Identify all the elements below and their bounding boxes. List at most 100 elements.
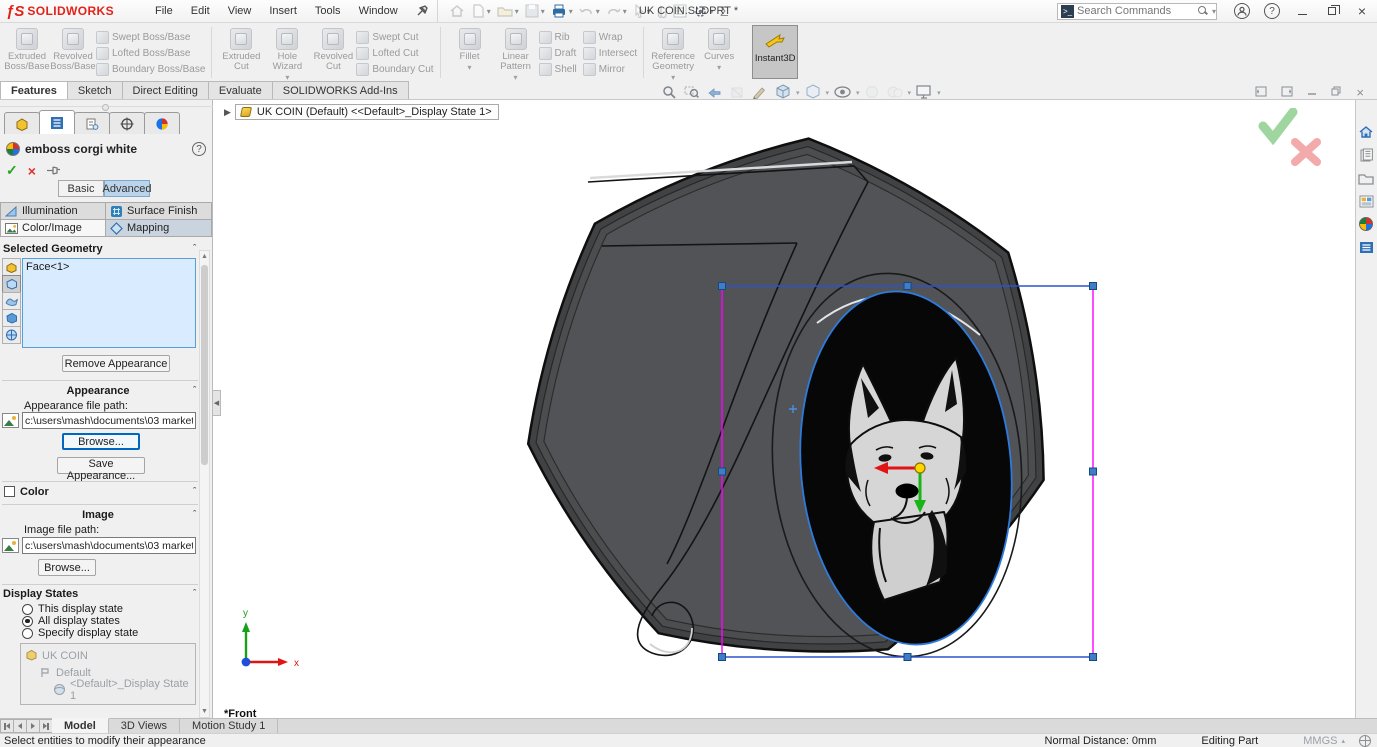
tab-motion-study[interactable]: Motion Study 1 bbox=[180, 719, 278, 733]
view-palette-icon[interactable] bbox=[1356, 190, 1376, 212]
doc-close-icon[interactable]: × bbox=[1356, 85, 1364, 100]
tree-item-part[interactable]: UK COIN bbox=[25, 647, 191, 664]
reference-geometry-button[interactable]: Reference Geometry ▾ bbox=[650, 26, 696, 83]
instant3d-button[interactable]: Instant3D bbox=[752, 25, 798, 79]
select-button[interactable]: ▾ bbox=[633, 4, 651, 18]
save-caret[interactable]: ▾ bbox=[541, 7, 545, 16]
tab-model[interactable]: Model bbox=[52, 718, 109, 733]
tab-illumination[interactable]: Illumination bbox=[0, 202, 106, 220]
attachment-icon[interactable] bbox=[657, 4, 667, 19]
display-style-caret[interactable]: ▾ bbox=[826, 89, 830, 97]
last-tab-button[interactable] bbox=[39, 719, 53, 733]
advanced-mode-button[interactable]: Advanced bbox=[104, 180, 150, 197]
image-path-input[interactable] bbox=[22, 537, 196, 554]
help-icon[interactable]: ? bbox=[1264, 3, 1280, 19]
rib-button[interactable]: Rib bbox=[539, 29, 577, 45]
pane-right-icon[interactable] bbox=[1281, 86, 1293, 100]
home-tab-icon[interactable] bbox=[1356, 121, 1376, 143]
image-browse-button[interactable]: Browse... bbox=[38, 559, 96, 576]
appearance-browse-button[interactable]: Browse... bbox=[62, 433, 140, 450]
properties-button[interactable] bbox=[673, 4, 687, 18]
image-header[interactable]: Image bbox=[0, 509, 196, 521]
open-document-button[interactable]: ▾ bbox=[497, 4, 519, 18]
draft-button[interactable]: Draft bbox=[539, 45, 577, 61]
curves-button[interactable]: Curves ▾ bbox=[696, 26, 742, 73]
selection-handle[interactable] bbox=[719, 654, 726, 661]
doc-restore-icon[interactable] bbox=[1331, 86, 1342, 100]
extruded-boss-base-button[interactable]: Extruded Boss/Base bbox=[4, 26, 50, 72]
radio-dot[interactable] bbox=[22, 604, 33, 615]
filter-part-icon[interactable] bbox=[2, 258, 21, 276]
swept-boss-base-button[interactable]: Swept Boss/Base bbox=[96, 29, 205, 45]
home-button[interactable] bbox=[449, 3, 465, 19]
selection-handle[interactable] bbox=[719, 283, 726, 290]
radio-all-display-states[interactable]: All display states bbox=[22, 615, 120, 627]
display-states-collapse-icon[interactable]: ˆ bbox=[193, 588, 196, 598]
hide-show-items-caret[interactable]: ▾ bbox=[856, 89, 860, 97]
apply-scene-icon[interactable] bbox=[887, 85, 903, 102]
display-states-header[interactable]: Display States bbox=[3, 588, 78, 600]
search-commands-box[interactable]: >_ ▾ bbox=[1057, 3, 1217, 20]
view-settings-icon[interactable] bbox=[916, 85, 932, 102]
redo-button[interactable]: ▾ bbox=[606, 5, 627, 18]
scrollbar-thumb[interactable] bbox=[201, 265, 208, 465]
search-input[interactable] bbox=[1077, 5, 1198, 17]
filter-face-icon[interactable] bbox=[2, 275, 21, 293]
menu-edit[interactable]: Edit bbox=[182, 2, 219, 20]
radio-this-display-state[interactable]: This display state bbox=[22, 603, 123, 615]
view-orientation-icon[interactable] bbox=[775, 84, 791, 102]
options-caret[interactable]: ▾ bbox=[710, 7, 714, 16]
propertymanager-tab[interactable] bbox=[39, 110, 75, 134]
property-help-icon[interactable]: ? bbox=[192, 142, 206, 156]
selected-geometry-collapse-icon[interactable]: ˆ bbox=[193, 243, 196, 253]
breadcrumb-box[interactable]: UK COIN (Default) <<Default>_Display Sta… bbox=[235, 104, 499, 120]
filter-graphics-body-icon[interactable] bbox=[2, 326, 21, 344]
file-explorer-icon[interactable] bbox=[1356, 167, 1376, 189]
selection-handle[interactable] bbox=[1090, 468, 1097, 475]
tab-solidworks-add-ins[interactable]: SOLIDWORKS Add-Ins bbox=[272, 81, 409, 99]
pane-left-icon[interactable] bbox=[1255, 86, 1267, 100]
boundary-cut-button[interactable]: Boundary Cut bbox=[356, 61, 433, 77]
new-document-button[interactable]: ▾ bbox=[471, 3, 491, 19]
tab-evaluate[interactable]: Evaluate bbox=[208, 81, 273, 99]
coin-model-scene[interactable]: y x bbox=[222, 100, 1355, 718]
selected-geometry-listbox[interactable]: Face<1> bbox=[22, 258, 196, 348]
user-account-icon[interactable] bbox=[1234, 3, 1250, 19]
pin-menu-icon[interactable] bbox=[415, 4, 429, 18]
open-document-caret[interactable]: ▾ bbox=[515, 7, 519, 16]
equations-sigma-button[interactable]: Σ bbox=[720, 3, 729, 19]
selection-handle[interactable] bbox=[904, 283, 911, 290]
menu-insert[interactable]: Insert bbox=[260, 2, 306, 20]
close-button[interactable]: × bbox=[1347, 0, 1377, 22]
dimxpertmanager-tab[interactable] bbox=[109, 112, 145, 134]
cancel-x-button[interactable]: × bbox=[28, 163, 36, 179]
unit-system-selector[interactable]: MMGS bbox=[1303, 735, 1337, 747]
tab-mapping[interactable]: Mapping bbox=[105, 219, 212, 237]
search-icon[interactable] bbox=[1198, 6, 1208, 16]
search-scope-caret[interactable]: ▾ bbox=[1212, 7, 1216, 16]
next-tab-button[interactable] bbox=[26, 719, 40, 733]
radio-dot[interactable] bbox=[22, 628, 33, 639]
hide-show-items-icon[interactable] bbox=[834, 86, 851, 101]
design-library-icon[interactable] bbox=[1356, 144, 1376, 166]
mirror-button[interactable]: Mirror bbox=[583, 61, 637, 77]
boundary-boss-base-button[interactable]: Boundary Boss/Base bbox=[96, 61, 205, 77]
keep-visible-pin-icon[interactable] bbox=[46, 164, 62, 177]
selection-handle[interactable] bbox=[1090, 283, 1097, 290]
color-collapse-icon[interactable]: ˆ bbox=[193, 486, 196, 496]
displaymanager-tab[interactable] bbox=[144, 112, 180, 134]
edit-appearance-icon[interactable] bbox=[865, 85, 879, 102]
hole-wizard-button[interactable]: Hole Wizard ▾ bbox=[264, 26, 310, 83]
previous-view-icon[interactable] bbox=[707, 85, 722, 102]
manipulator-origin-handle[interactable] bbox=[915, 463, 925, 473]
selected-face-item[interactable]: Face<1> bbox=[26, 261, 192, 273]
display-style-icon[interactable] bbox=[805, 84, 821, 102]
new-document-caret[interactable]: ▾ bbox=[487, 7, 491, 16]
first-tab-button[interactable] bbox=[0, 719, 14, 733]
color-checkbox[interactable] bbox=[4, 486, 15, 497]
selection-handle[interactable] bbox=[904, 654, 911, 661]
breadcrumb-expand-icon[interactable]: ▶ bbox=[224, 107, 231, 118]
custom-properties-icon[interactable] bbox=[1356, 236, 1376, 258]
selection-handle[interactable] bbox=[1090, 654, 1097, 661]
radio-dot[interactable] bbox=[22, 616, 33, 627]
